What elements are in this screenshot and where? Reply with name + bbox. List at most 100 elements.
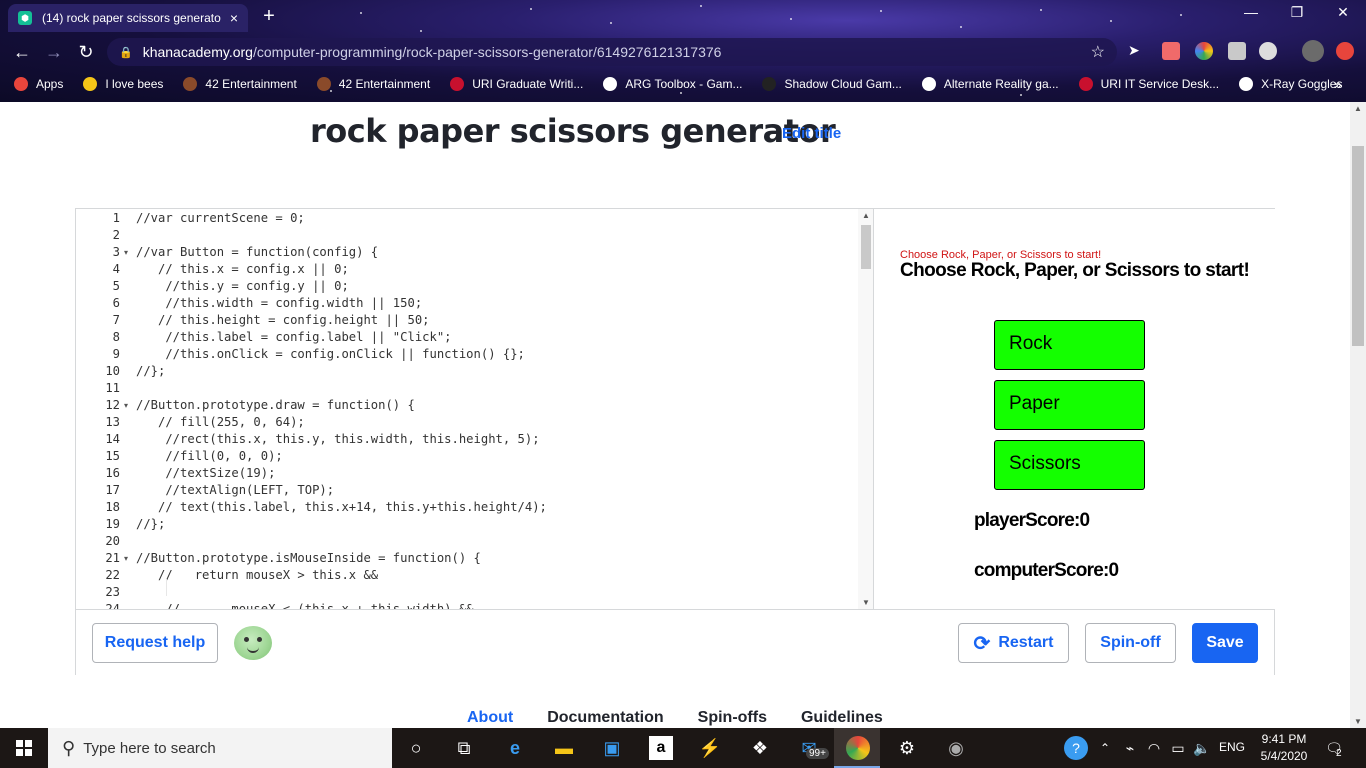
code-line[interactable]: //var Button = function(config) { (136, 244, 378, 261)
code-editor[interactable]: 1 2 3 ▾ 4 5 6 7 8 9 10 11 12 ▾ 13 14 15 16 17 18 19 20 21 ▾ 22 23… (76, 209, 874, 609)
bookmark-star-icon[interactable]: ☆ (1091, 42, 1105, 62)
file-explorer-icon[interactable]: ▬ (552, 736, 576, 760)
code-line[interactable]: //this.label = config.label || "Click"; (136, 329, 451, 346)
code-line[interactable]: //}; (136, 363, 165, 380)
notifications-icon[interactable]: 🗨 (1322, 736, 1346, 760)
back-arrow-icon[interactable]: ← (10, 40, 34, 64)
bookmark-item[interactable]: URI IT Service Desk... (1078, 77, 1219, 91)
code-line[interactable]: //fill(0, 0, 0); (136, 448, 282, 465)
rock-button[interactable]: Rock (994, 320, 1145, 370)
help-tray-icon[interactable]: ? (1064, 736, 1088, 760)
maximize-icon[interactable]: ❐ (1282, 4, 1312, 21)
spinoff-button[interactable]: Spin-off (1085, 623, 1176, 663)
code-line[interactable]: // text(this.label, this.x+14, this.y+th… (136, 499, 547, 516)
code-line[interactable]: //}; (136, 516, 165, 533)
forward-arrow-icon[interactable]: → (42, 40, 66, 64)
minimize-icon[interactable]: — (1236, 4, 1266, 20)
code-scrollbar[interactable]: ▲ ▼ (858, 209, 873, 609)
code-line[interactable]: //textAlign(LEFT, TOP); (136, 482, 334, 499)
bookmark-item[interactable]: Alternate Reality ga... (921, 77, 1059, 91)
bookmark-item[interactable]: URI Graduate Writi... (450, 77, 583, 91)
code-line[interactable]: // this.x = config.x || 0; (136, 261, 349, 278)
scroll-thumb[interactable] (861, 225, 871, 269)
profile-avatar[interactable] (1302, 40, 1324, 62)
bookmark-item[interactable]: 42 Entertainment (183, 77, 297, 91)
line-number: 11 (105, 381, 120, 395)
clock[interactable]: 9:41 PM 5/4/2020 (1258, 731, 1310, 765)
video-extension-icon[interactable] (1162, 42, 1180, 60)
restart-button[interactable]: ⟳ Restart (958, 623, 1069, 663)
bookmark-item[interactable]: 42 Entertainment (316, 77, 430, 91)
code-line[interactable]: //this.y = config.y || 0; (136, 278, 348, 295)
request-help-button[interactable]: Request help (92, 623, 218, 663)
wifi-icon[interactable]: ◠ (1142, 736, 1166, 760)
fold-toggle-icon[interactable]: ▾ (124, 397, 128, 414)
page-scrollbar[interactable]: ▲ ▼ (1350, 102, 1366, 728)
app-disc-icon[interactable]: ◉ (944, 736, 968, 760)
new-tab-button[interactable]: + (258, 6, 280, 28)
bookmark-item[interactable]: ARG Toolbox - Gam... (603, 77, 742, 91)
taskbar-search[interactable]: ⚲ Type here to search (48, 728, 392, 768)
program-editor: 1 2 3 ▾ 4 5 6 7 8 9 10 11 12 ▾ 13 14 15 16 17 18 19 20 21 ▾ 22 23… (75, 208, 1275, 675)
code-line[interactable]: // return mouseX > this.x && (136, 567, 378, 584)
battery-icon[interactable]: ▭ (1166, 736, 1190, 760)
fold-toggle-icon[interactable]: ▾ (124, 244, 128, 261)
paper-button[interactable]: Paper (994, 380, 1145, 430)
code-line[interactable]: //rect(this.x, this.y, this.width, this.… (136, 431, 539, 448)
code-line[interactable]: // mouseX < (this.x + this.width) && (136, 601, 473, 609)
footer-link-spinoffs[interactable]: Spin-offs (698, 709, 767, 727)
chrome-extension-icon[interactable] (1195, 42, 1213, 60)
cortana-icon[interactable]: ○ (404, 736, 428, 760)
indent-guide (166, 579, 167, 596)
circle-extension-icon[interactable] (1259, 42, 1277, 60)
vscode-icon[interactable]: ⚡ (698, 736, 722, 760)
store-icon[interactable]: ▣ (600, 736, 624, 760)
volume-icon[interactable]: 🔈 (1190, 736, 1214, 760)
page-scroll-thumb[interactable] (1352, 146, 1364, 346)
tab-close-icon[interactable]: × (230, 10, 238, 26)
code-line[interactable]: //this.width = config.width || 150; (136, 295, 422, 312)
code-line[interactable]: // fill(255, 0, 64); (136, 414, 305, 431)
code-line[interactable]: // this.height = config.height || 50; (136, 312, 430, 329)
page-scroll-up-icon[interactable]: ▲ (1354, 104, 1362, 113)
edge-icon[interactable]: e (503, 736, 527, 760)
k-extension-icon[interactable] (1228, 42, 1246, 60)
tab-active[interactable]: ⬢ (14) rock paper scissors generato × (8, 4, 248, 32)
network-icon[interactable]: ⌁ (1118, 736, 1142, 760)
bookmark-item[interactable]: Shadow Cloud Gam... (762, 77, 902, 91)
amazon-icon[interactable]: a (649, 736, 673, 760)
address-bar[interactable]: 🔒 khanacademy.org/computer-programming/r… (107, 38, 1117, 66)
settings-gear-icon[interactable]: ⚙ (895, 736, 919, 760)
fold-toggle-icon[interactable]: ▾ (124, 550, 128, 567)
window-close-icon[interactable]: ✕ (1328, 4, 1358, 21)
bookmarks-more-icon[interactable]: » (1334, 76, 1342, 92)
scroll-up-icon[interactable]: ▲ (862, 211, 870, 220)
update-icon[interactable] (1336, 42, 1354, 60)
bookmark-item[interactable]: I love bees (83, 77, 163, 91)
page-scroll-down-icon[interactable]: ▼ (1354, 717, 1362, 726)
code-line[interactable]: //Button.prototype.draw = function() { (136, 397, 415, 414)
scroll-down-icon[interactable]: ▼ (862, 598, 870, 607)
footer-link-guidelines[interactable]: Guidelines (801, 709, 883, 727)
start-button[interactable] (0, 728, 48, 768)
save-button[interactable]: Save (1192, 623, 1258, 663)
language-indicator[interactable]: ENG (1219, 740, 1245, 754)
cursor-extension-icon[interactable]: ➤ (1128, 42, 1146, 60)
dropbox-icon[interactable]: ❖ (748, 736, 772, 760)
footer-nav: About Documentation Spin-offs Guidelines (467, 709, 917, 727)
chrome-taskbar-icon[interactable] (846, 736, 870, 760)
bookmark-item[interactable]: X-Ray Goggles (1239, 77, 1342, 91)
code-line[interactable]: //var currentScene = 0; (136, 210, 305, 227)
footer-link-about[interactable]: About (467, 709, 513, 727)
reload-icon[interactable]: ↻ (74, 40, 98, 64)
code-line[interactable]: //this.onClick = config.onClick || funct… (136, 346, 525, 363)
edit-title-link[interactable]: Edit title (782, 125, 841, 142)
tray-chevron-up-icon[interactable]: ⌃ (1093, 736, 1117, 760)
task-view-icon[interactable]: ⧉ (452, 736, 476, 760)
code-line[interactable]: //textSize(19); (136, 465, 275, 482)
footer-link-documentation[interactable]: Documentation (547, 709, 663, 727)
code-line[interactable]: //Button.prototype.isMouseInside = funct… (136, 550, 481, 567)
program-output-canvas[interactable]: Choose Rock, Paper, or Scissors to start… (875, 209, 1275, 609)
bookmark-item[interactable]: Apps (14, 77, 63, 91)
scissors-button[interactable]: Scissors (994, 440, 1145, 490)
